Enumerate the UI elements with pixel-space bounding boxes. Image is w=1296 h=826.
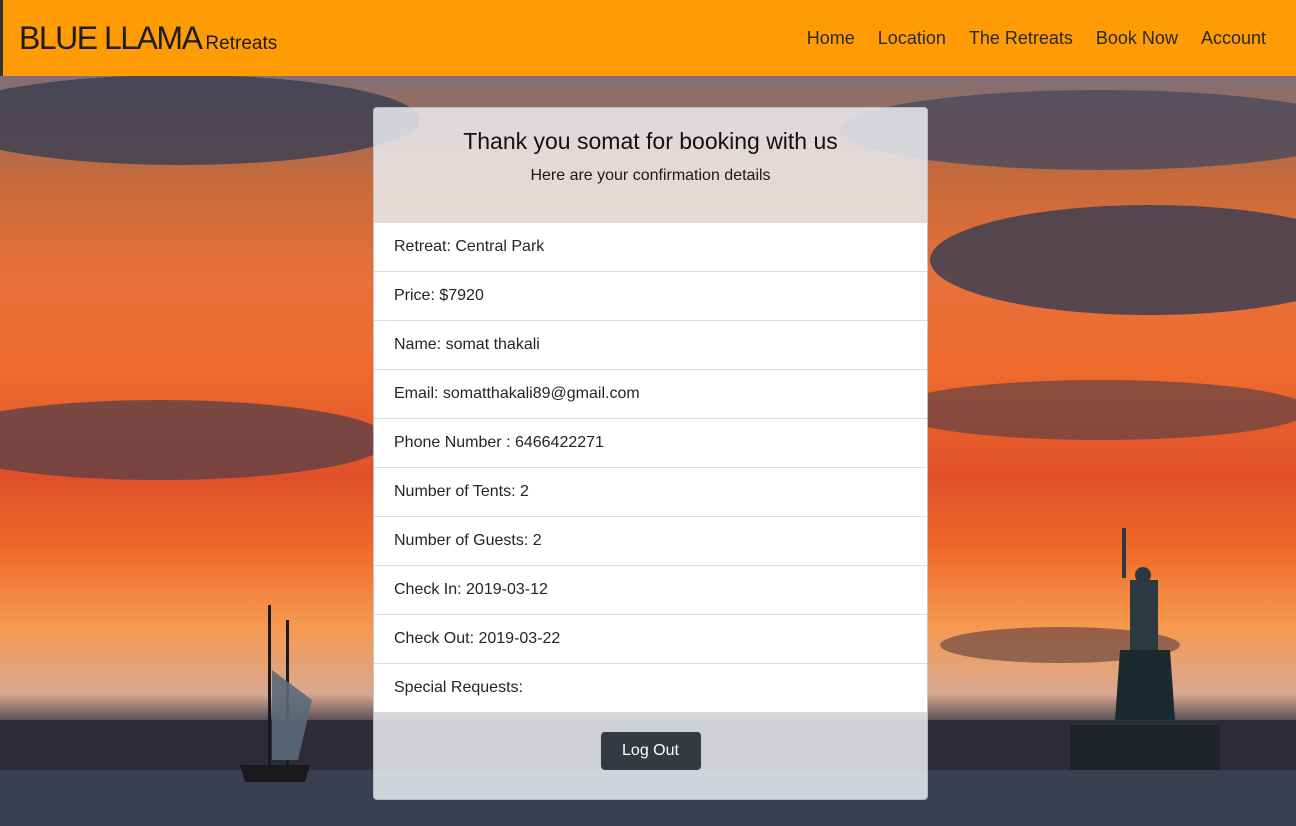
nav-link-location[interactable]: Location bbox=[878, 28, 946, 49]
confirmation-title: Thank you somat for booking with us bbox=[463, 128, 838, 154]
detail-special-requests: Special Requests: bbox=[374, 663, 927, 712]
logout-button[interactable]: Log Out bbox=[600, 732, 701, 770]
detail-check-in: Check In: 2019-03-12 bbox=[374, 565, 927, 614]
confirmation-details-list: Retreat: Central Park Price: $7920 Name:… bbox=[374, 222, 927, 712]
nav-link-the-retreats[interactable]: The Retreats bbox=[969, 28, 1073, 49]
nav-link-book-now[interactable]: Book Now bbox=[1096, 28, 1178, 49]
top-navbar: BLUE LLAMA Retreats Home Location The Re… bbox=[0, 0, 1296, 76]
card-header: Thank you somat for booking with us Here… bbox=[374, 108, 927, 222]
nav-link-account[interactable]: Account bbox=[1201, 28, 1266, 49]
brand-tagline: Retreats bbox=[205, 32, 278, 54]
detail-price: Price: $7920 bbox=[374, 271, 927, 320]
detail-check-out: Check Out: 2019-03-22 bbox=[374, 614, 927, 663]
card-footer: Log Out bbox=[374, 712, 927, 799]
detail-name: Name: somat thakali bbox=[374, 320, 927, 369]
detail-phone: Phone Number : 6466422271 bbox=[374, 418, 927, 467]
detail-email: Email: somatthakali89@gmail.com bbox=[374, 369, 927, 418]
confirmation-subtitle: Here are your confirmation details bbox=[530, 167, 771, 184]
nav-menu: Home Location The Retreats Book Now Acco… bbox=[807, 28, 1266, 49]
detail-guests: Number of Guests: 2 bbox=[374, 516, 927, 565]
detail-tents: Number of Tents: 2 bbox=[374, 467, 927, 516]
brand-logo[interactable]: BLUE LLAMA Retreats bbox=[19, 20, 277, 57]
confirmation-card: Thank you somat for booking with us Here… bbox=[373, 107, 928, 800]
detail-retreat: Retreat: Central Park bbox=[374, 222, 927, 271]
nav-link-home[interactable]: Home bbox=[807, 28, 855, 49]
brand-name: BLUE LLAMA bbox=[19, 19, 203, 56]
